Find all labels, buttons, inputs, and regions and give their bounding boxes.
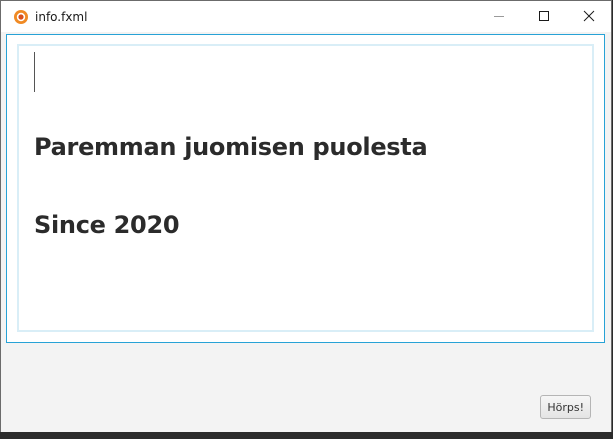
info-heading-motto: Paremman juomisen puolesta xyxy=(34,133,428,161)
app-logo-icon xyxy=(13,9,29,25)
info-heading-since: Since 2020 xyxy=(34,211,180,239)
bottom-panel: Hörps! xyxy=(1,344,611,432)
text-caret xyxy=(34,52,35,92)
app-window: info.fxml Paremman juomisen puolesta Sin… xyxy=(0,0,612,432)
text-area-focus-frame[interactable]: Paremman juomisen puolesta Since 2020 xyxy=(6,34,605,343)
window-controls xyxy=(476,1,611,32)
minimize-icon xyxy=(493,7,505,26)
close-button[interactable] xyxy=(566,1,611,32)
title-bar[interactable]: info.fxml xyxy=(1,1,611,32)
window-title: info.fxml xyxy=(35,9,88,24)
text-area[interactable]: Paremman juomisen puolesta Since 2020 xyxy=(17,44,594,332)
close-icon xyxy=(583,7,595,26)
horps-button[interactable]: Hörps! xyxy=(540,395,591,419)
maximize-icon xyxy=(538,7,550,26)
maximize-button[interactable] xyxy=(521,1,566,32)
minimize-button[interactable] xyxy=(476,1,521,32)
